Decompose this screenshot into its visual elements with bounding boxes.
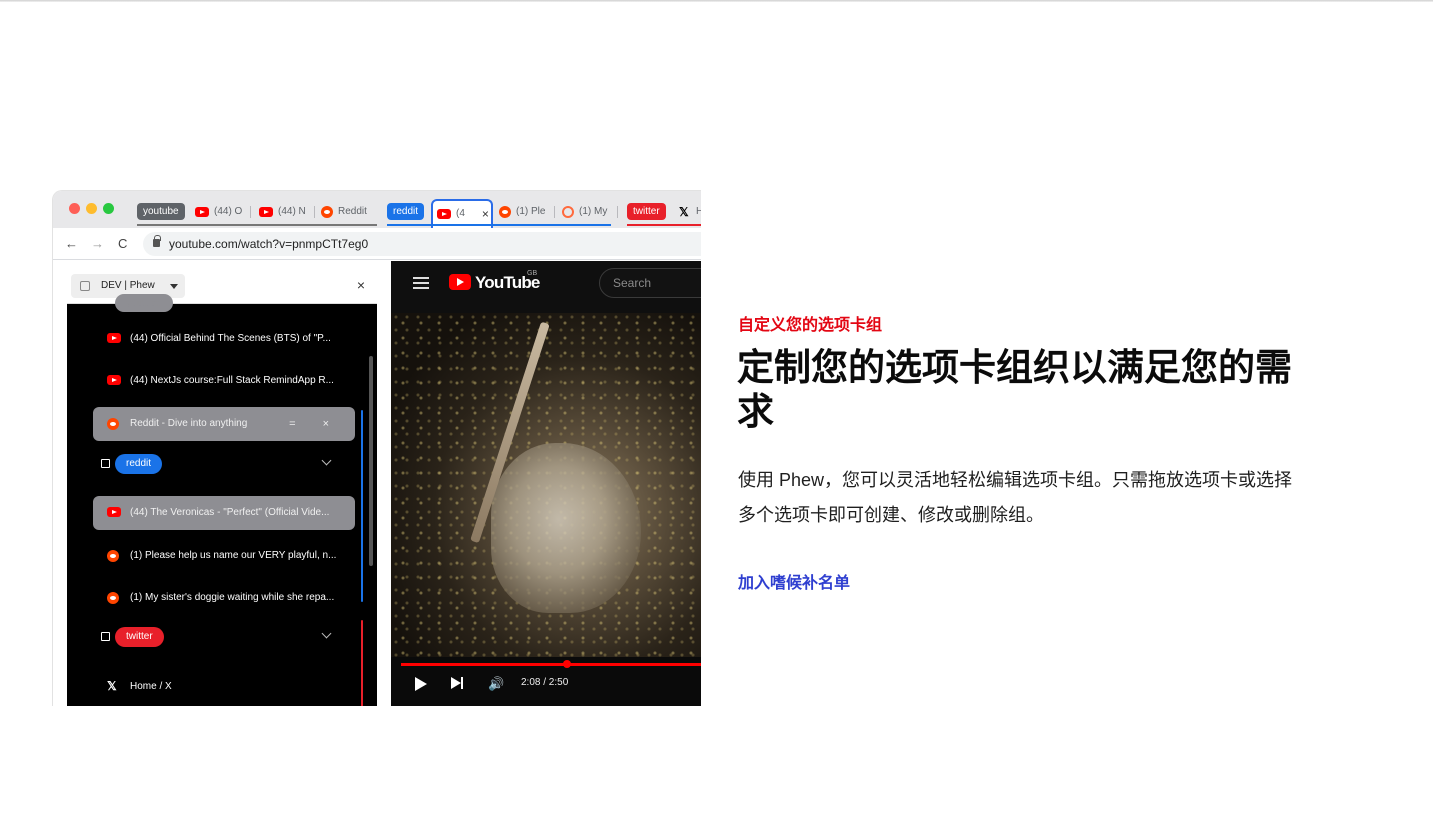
reload-icon[interactable]: C: [118, 236, 127, 251]
group-label-reddit[interactable]: reddit: [115, 454, 163, 474]
play-icon[interactable]: [415, 677, 427, 691]
browser-tab[interactable]: (44) O: [195, 202, 251, 222]
workspace-icon: [80, 281, 90, 291]
video-subject: [491, 443, 641, 613]
list-item[interactable]: (1) Please help us name our VERY playful…: [93, 539, 355, 573]
x-icon: 𝕏: [679, 205, 689, 219]
player-controls: 🔊 2:08 / 2:50: [391, 657, 701, 706]
reddit-icon: [321, 206, 333, 218]
group-indicator-reddit: [361, 410, 363, 602]
scrollbar[interactable]: [369, 356, 373, 566]
group-indicator-twitter: [361, 620, 363, 706]
panel-header: DEV | Phew ×: [67, 270, 377, 304]
youtube-icon: [107, 507, 121, 517]
forward-icon[interactable]: →: [91, 236, 104, 251]
section-heading: 定制您的选项卡组织以满足您的需求: [737, 347, 1292, 432]
tab-group-underline: [137, 224, 377, 226]
list-item[interactable]: (44) Official Behind The Scenes (BTS) of…: [93, 322, 355, 356]
tab-group-chip-reddit[interactable]: reddit: [387, 203, 425, 220]
youtube-logo-icon[interactable]: [449, 274, 471, 290]
tab-group-underline: [627, 224, 701, 226]
phew-side-panel: DEV | Phew × youtube (44) Official Behin…: [67, 270, 377, 706]
url-field[interactable]: youtube.com/watch?v=pnmpCTt7eg0: [143, 232, 701, 256]
close-window-button[interactable]: [69, 203, 80, 214]
reddit-icon: [562, 206, 574, 218]
progress-handle[interactable]: [562, 660, 571, 668]
reddit-icon: [107, 550, 119, 562]
reddit-icon: [499, 206, 511, 218]
browser-tab[interactable]: (1) Ple: [499, 202, 555, 222]
region-code: GB: [527, 270, 538, 277]
volume-icon[interactable]: 🔊: [488, 676, 504, 692]
group-label-twitter[interactable]: twitter: [115, 627, 164, 647]
youtube-icon: [195, 207, 209, 217]
youtube-header: YouTube GB Search: [391, 261, 701, 313]
tab-group-chip-youtube[interactable]: youtube: [137, 203, 185, 220]
list-item-dragging[interactable]: Reddit - Dive into anything = ×: [93, 407, 355, 441]
youtube-icon: [107, 375, 121, 385]
close-tab-icon[interactable]: ×: [482, 204, 489, 224]
next-icon[interactable]: [451, 677, 463, 689]
section-description: 使用 Phew，您可以灵活地轻松编辑选项卡组。只需拖放选项卡或选择多个选项卡即可…: [738, 470, 1293, 525]
top-divider: [0, 0, 1433, 2]
list-item[interactable]: (44) NextJs course:Full Stack RemindApp …: [93, 364, 355, 398]
browser-tab[interactable]: Reddit: [321, 202, 377, 222]
close-icon[interactable]: ×: [357, 277, 365, 293]
list-item[interactable]: 𝕏 Home / X: [93, 670, 355, 704]
browser-tab[interactable]: 𝕏 H: [679, 202, 701, 222]
youtube-icon: [107, 333, 121, 343]
list-item[interactable]: (44) The Veronicas - "Perfect" (Official…: [93, 496, 355, 530]
reddit-icon: [107, 592, 119, 604]
chevron-down-icon: [169, 284, 178, 289]
tab-group-chip-twitter[interactable]: twitter: [627, 203, 666, 220]
x-icon: 𝕏: [107, 679, 117, 693]
chevron-down-icon[interactable]: [321, 628, 332, 639]
video-player[interactable]: [391, 313, 701, 657]
lock-icon: [153, 235, 161, 247]
search-input[interactable]: Search: [599, 268, 701, 298]
tab-strip: youtube (44) O (44) N Reddit reddit (4 ×…: [53, 191, 701, 228]
tab-group-underline: [387, 224, 611, 226]
product-screenshot: youtube (44) O (44) N Reddit reddit (4 ×…: [52, 190, 701, 706]
group-icon: [101, 632, 110, 641]
address-bar: ← → C youtube.com/watch?v=pnmpCTt7eg0: [53, 228, 701, 260]
chevron-down-icon[interactable]: [321, 455, 332, 466]
group-label-youtube[interactable]: youtube: [115, 294, 173, 312]
reddit-icon: [107, 418, 119, 430]
join-waitlist-link[interactable]: 加入嗜候补名单: [738, 569, 850, 593]
time-display: 2:08 / 2:50: [521, 677, 569, 688]
minimize-window-button[interactable]: [86, 203, 97, 214]
progress-bar[interactable]: [401, 663, 701, 666]
youtube-icon: [259, 207, 273, 217]
list-item[interactable]: (1) My sister's doggie waiting while she…: [93, 581, 355, 615]
section-eyebrow: 自定义您的选项卡组: [738, 317, 883, 334]
menu-icon[interactable]: [413, 277, 429, 289]
maximize-window-button[interactable]: [103, 203, 114, 214]
back-icon[interactable]: ←: [65, 236, 78, 251]
youtube-page: YouTube GB Search 🔊 2:08 / 2:50: [391, 261, 701, 706]
browser-tab[interactable]: (1) My: [562, 202, 618, 222]
browser-tab[interactable]: (44) N: [259, 202, 315, 222]
group-icon: [101, 459, 110, 468]
youtube-icon: [437, 209, 451, 219]
row-actions[interactable]: = ×: [289, 407, 341, 441]
